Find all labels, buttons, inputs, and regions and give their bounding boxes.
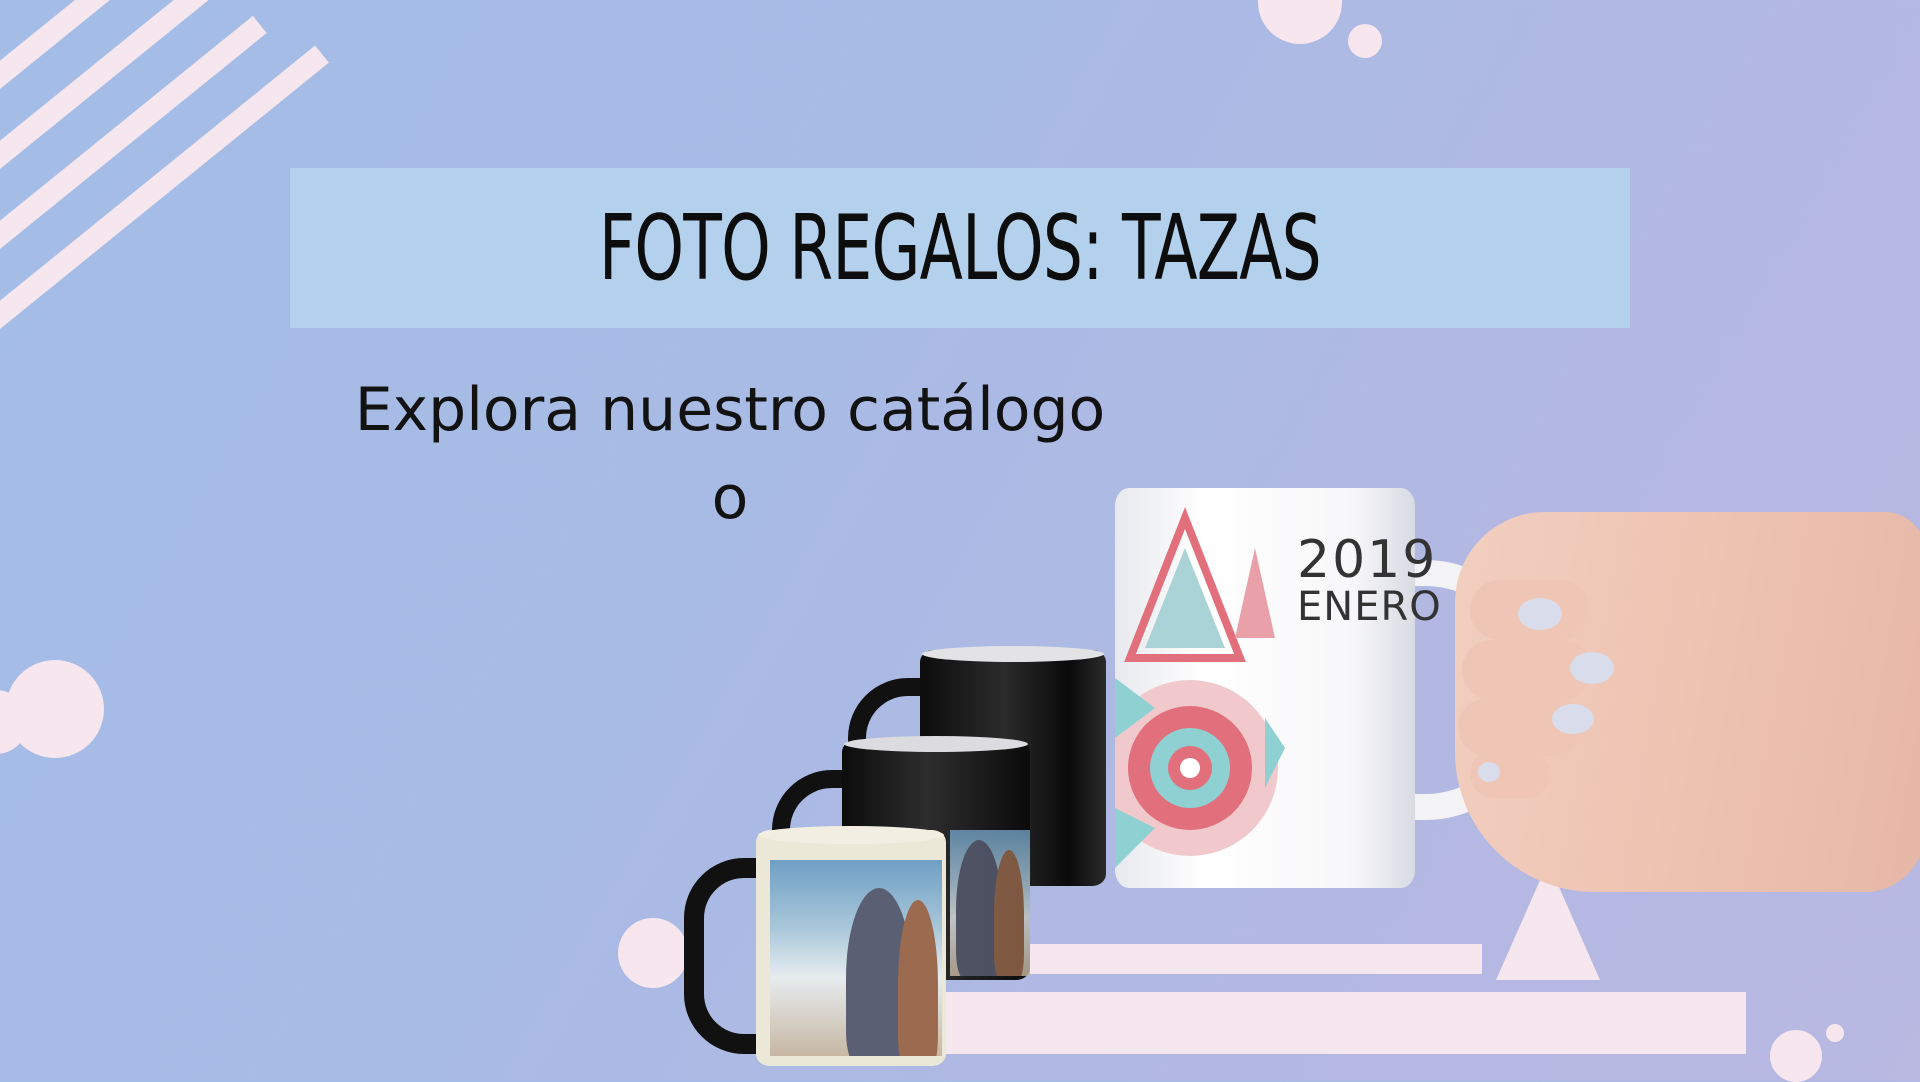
subtitle: Explora nuestro catálogo o — [340, 366, 1120, 542]
mug-month-label: ENERO — [1297, 584, 1442, 630]
mandala-pattern-icon — [1115, 507, 1285, 868]
page-title: FOTO REGALOS: TAZAS — [598, 195, 1322, 301]
mug-year-label: 2019 — [1297, 530, 1438, 590]
decor-dot-mug — [618, 918, 688, 988]
title-banner: FOTO REGALOS: TAZAS — [290, 168, 1630, 328]
subtitle-line-2: o — [711, 463, 749, 533]
subtitle-line-1: Explora nuestro catálogo — [354, 375, 1106, 445]
decor-dot-bottom-right-small — [1826, 1024, 1844, 1042]
decor-dot-bottom-right — [1770, 1030, 1822, 1082]
decor-bar-upper — [1030, 944, 1482, 974]
decor-dot-top — [1258, 0, 1342, 44]
decor-dot-top-small — [1348, 24, 1382, 58]
decor-bar-lower — [940, 992, 1746, 1054]
